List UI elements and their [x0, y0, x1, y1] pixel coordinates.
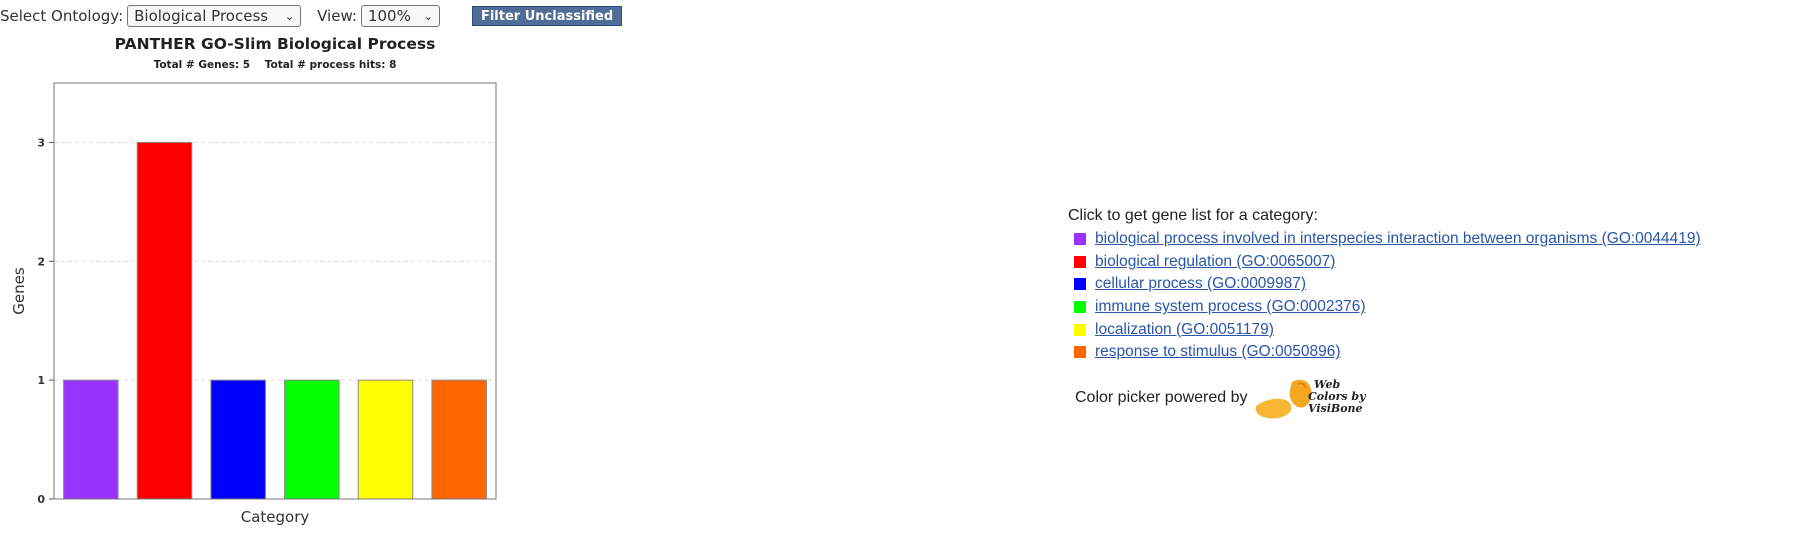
ontology-select-value: Biological Process: [134, 7, 269, 25]
legend-link[interactable]: response to stimulus (GO:0050896): [1095, 343, 1341, 361]
toolbar: Select Ontology: Biological Process ⌄ Vi…: [0, 4, 623, 28]
chart-subtitle: Total # Genes: 5 Total # process hits: 8: [154, 59, 397, 71]
bar: [136, 141, 193, 500]
bar-chart: PANTHER GO-Slim Biological Process Total …: [10, 35, 497, 526]
legend-link[interactable]: biological regulation (GO:0065007): [1095, 253, 1335, 271]
legend-link[interactable]: immune system process (GO:0002376): [1095, 298, 1366, 316]
y-tick-label: 3: [37, 136, 45, 149]
view-select-value: 100%: [367, 7, 411, 25]
ontology-select[interactable]: Biological Process ⌄: [127, 5, 302, 27]
legend-link[interactable]: biological process involved in interspec…: [1095, 230, 1701, 248]
legend-swatch: [1074, 346, 1086, 359]
legend-title: Click to get gene list for a category:: [1068, 207, 1318, 224]
bar: [284, 379, 340, 500]
legend-item: immune system process (GO:0002376): [1068, 296, 1701, 319]
visibone-logo[interactable]: Web Colors by VisiBone: [1252, 376, 1372, 420]
bar: [63, 379, 119, 500]
legend-link[interactable]: localization (GO:0051179): [1095, 321, 1274, 339]
powered-by: Color picker powered by Web Colors by Vi…: [1068, 376, 1701, 420]
y-tick-label: 2: [37, 255, 45, 268]
view-label: View:: [317, 7, 357, 25]
legend-link[interactable]: cellular process (GO:0009987): [1095, 275, 1306, 293]
filter-unclassified-button[interactable]: Filter Unclassified: [471, 6, 623, 26]
plot-area: [54, 83, 496, 499]
chevron-down-icon: ⌄: [423, 9, 433, 23]
bar: [431, 379, 487, 500]
legend-swatch: [1074, 301, 1086, 314]
category-legend: Click to get gene list for a category: b…: [1068, 207, 1701, 420]
bar: [210, 379, 266, 500]
y-axis-label: Genes: [10, 267, 28, 315]
view-select[interactable]: 100% ⌄: [360, 5, 440, 27]
y-tick-label: 0: [37, 493, 45, 506]
bar: [357, 379, 414, 500]
legend-list: biological process involved in interspec…: [1068, 228, 1701, 364]
legend-swatch: [1074, 255, 1086, 268]
legend-item: biological regulation (GO:0065007): [1068, 251, 1701, 274]
logo-line-3: VisiBone: [1308, 402, 1363, 415]
legend-item: localization (GO:0051179): [1068, 318, 1701, 341]
powered-by-text: Color picker powered by: [1075, 388, 1248, 406]
legend-item: response to stimulus (GO:0050896): [1068, 341, 1701, 364]
x-axis-label: Category: [241, 508, 310, 526]
legend-item: cellular process (GO:0009987): [1068, 273, 1701, 296]
legend-swatch: [1074, 278, 1086, 291]
y-tick-label: 1: [37, 374, 45, 387]
ontology-label: Select Ontology:: [0, 7, 124, 25]
legend-swatch: [1074, 233, 1086, 246]
legend-item: biological process involved in interspec…: [1068, 228, 1701, 251]
chevron-down-icon: ⌄: [284, 9, 295, 23]
chart-title: PANTHER GO-Slim Biological Process: [115, 35, 436, 53]
legend-swatch: [1074, 323, 1086, 336]
